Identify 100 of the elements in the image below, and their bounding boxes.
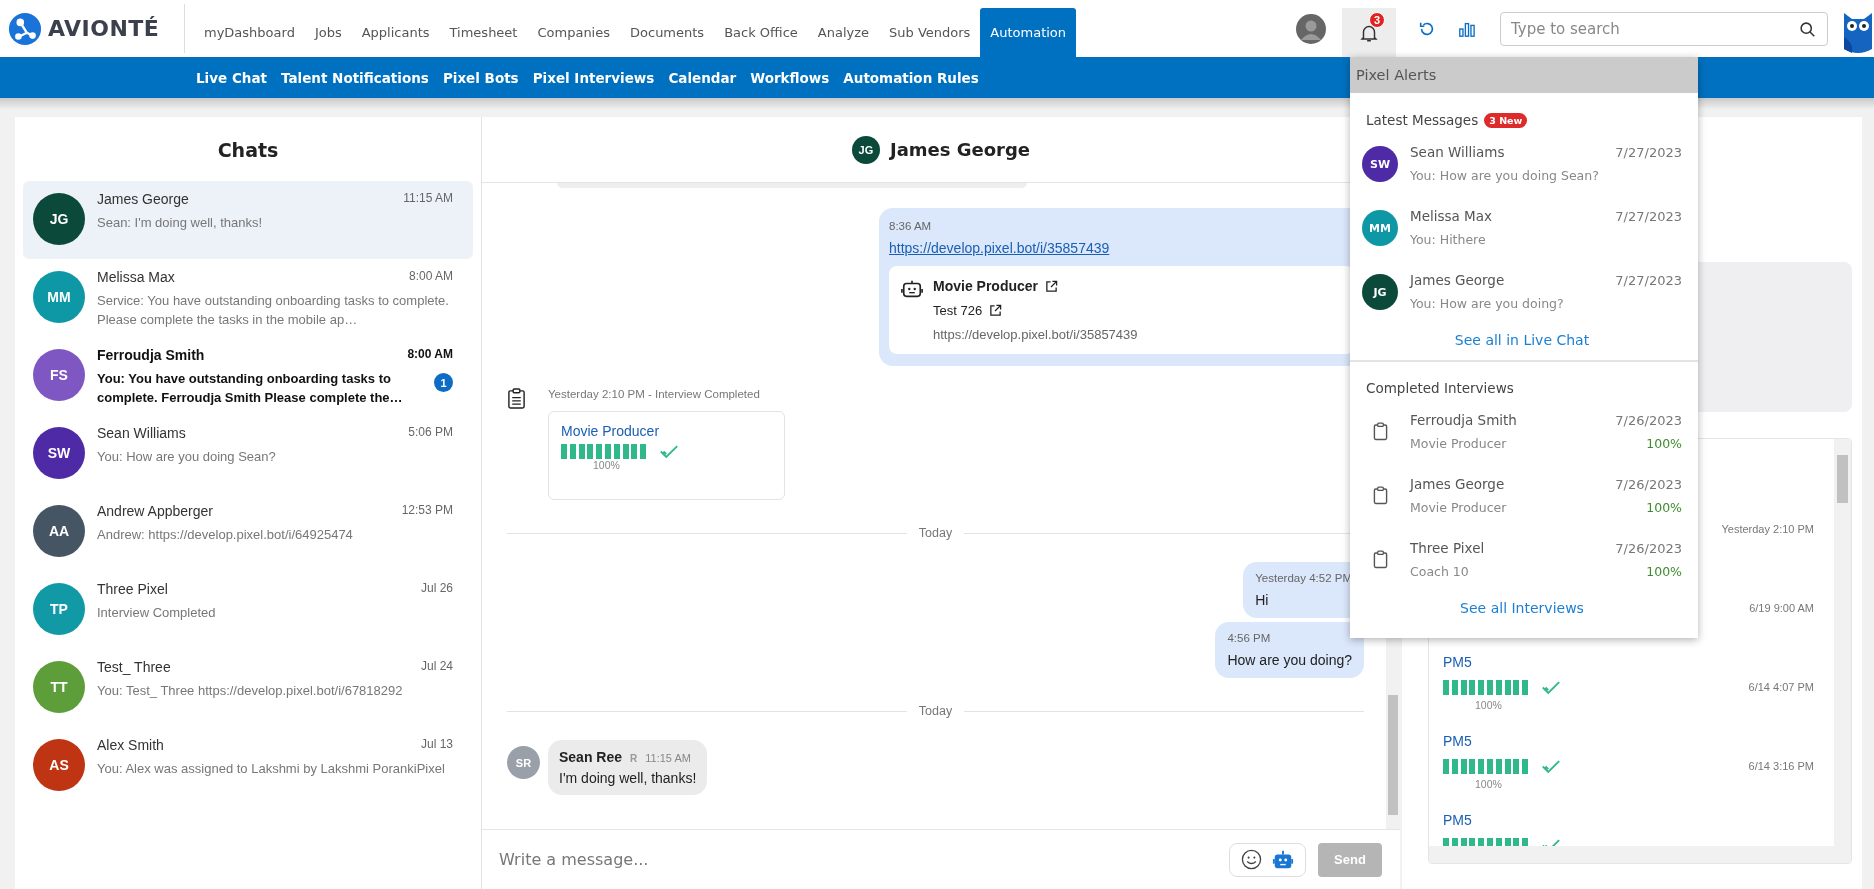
avatar: AA — [33, 505, 85, 557]
progress-percent: 100% — [1475, 699, 1503, 711]
chat-list-item[interactable]: JG James George 11:15 AM Sean: I'm doing well, thanks! — [23, 181, 473, 259]
date-divider: Today — [918, 526, 953, 540]
clipboard-icon — [1372, 550, 1388, 569]
interview-title[interactable]: PM5 — [1443, 812, 1472, 828]
nav-tab[interactable]: Jobs — [304, 8, 352, 57]
nav-tab[interactable]: Automation — [980, 8, 1077, 57]
nav-tab[interactable]: Sub Vendors — [879, 8, 981, 57]
date-divider: Today — [918, 704, 953, 718]
nav-tab[interactable]: Companies — [527, 8, 620, 57]
chat-list-item[interactable]: TP Three Pixel Jul 26 Interview Completed — [23, 571, 473, 649]
interview-date: 7/26/2023 — [1615, 477, 1682, 492]
see-all-link[interactable]: See all in Live Chat — [1362, 332, 1682, 348]
progress-percent: 100% — [1475, 778, 1503, 790]
card-url: https://develop.pixel.bot/i/35857439 — [933, 327, 1138, 342]
contact-name: James George — [1410, 272, 1505, 288]
chat-list-item[interactable]: TT Test_ Three Jul 24 You: Test_ Three https://develop.pixel.bot/i/67818292 — [23, 649, 473, 727]
avatar: TT — [33, 661, 85, 713]
interview-date: 7/26/2023 — [1615, 541, 1682, 556]
alert-interview-item[interactable]: Ferroudja Smith 7/26/2023 Movie Producer 100% — [1362, 412, 1682, 476]
message-preview: Service: You have outstanding onboarding tasks to complete. Please complete the tasks in the mobile ap… — [97, 292, 450, 329]
message-time: 4:56 PM — [1227, 632, 1272, 644]
message-text: Hi — [1255, 592, 1270, 608]
user-avatar-icon[interactable] — [1296, 13, 1326, 44]
notification-count: 3 — [1368, 12, 1385, 28]
sub-nav-link[interactable]: Pixel Bots — [442, 69, 519, 86]
notifications-button[interactable]: 3 — [1342, 8, 1396, 57]
interview-date: 6/19 9:00 AM — [1749, 602, 1814, 614]
see-all-link[interactable]: See all Interviews — [1362, 600, 1682, 616]
check-icon — [659, 444, 679, 459]
sub-nav-link[interactable]: Talent Notifications — [280, 69, 429, 86]
scrollbar[interactable] — [1834, 439, 1851, 846]
message-date: 7/27/2023 — [1615, 145, 1682, 160]
clipboard-icon — [507, 388, 526, 409]
sub-nav-link[interactable]: Calendar — [668, 69, 737, 86]
chat-list-item[interactable]: MM Melissa Max 8:00 AM Service: You have outstanding onboarding tasks to complete. Please complete the tasks in the mobile ap… — [23, 259, 473, 337]
conversation-title: James George — [889, 139, 1031, 160]
interview-date: 6/14 3:16 PM — [1748, 760, 1814, 772]
contact-name: Alex Smith — [97, 737, 164, 753]
message-time: Jul 26 — [420, 581, 453, 597]
chat-list-item[interactable]: AS Alex Smith Jul 13 You: Alex was assigned to Lakshmi by Lakshmi PorankiPixel — [23, 727, 473, 805]
contact-name: James George — [97, 191, 189, 207]
section-heading: Latest Messages — [1366, 112, 1479, 128]
message-time: 11:15 AM — [645, 752, 691, 764]
dropdown-title: Pixel Alerts — [1350, 57, 1698, 93]
alert-message-item[interactable]: MM Melissa Max 7/27/2023 You: Hithere — [1362, 208, 1682, 272]
score-percent: 100% — [1646, 500, 1682, 515]
contact-name: Three Pixel — [97, 581, 168, 597]
nav-tab[interactable]: Analyze — [807, 8, 879, 57]
message-preview: You: How are you doing Sean? — [1410, 168, 1600, 183]
avatar: AS — [33, 739, 85, 791]
message-preview: Andrew: https://develop.pixel.bot/i/64925474 — [97, 526, 354, 544]
search-icon[interactable] — [1799, 20, 1816, 38]
sub-nav-link[interactable]: Pixel Interviews — [532, 69, 655, 86]
sub-nav-link[interactable]: Workflows — [750, 69, 830, 86]
interview-title[interactable]: PM5 — [1443, 733, 1472, 749]
interview-title[interactable]: PM5 — [1443, 654, 1472, 670]
card-subtitle: Test 726 — [933, 303, 983, 318]
message-field[interactable]: Write a message... — [497, 849, 1217, 870]
search-field[interactable]: Type to search — [1500, 11, 1828, 46]
scrollbar[interactable] — [1429, 846, 1851, 863]
interview-card[interactable]: Movie Producer 100% — [548, 411, 785, 500]
message-date: 7/27/2023 — [1615, 273, 1682, 288]
avatar: MM — [33, 271, 85, 323]
avatar: SR — [507, 746, 540, 779]
candidate-name: Ferroudja Smith — [1410, 412, 1517, 428]
avatar: JG — [851, 135, 880, 164]
interview-title: Coach 10 — [1410, 564, 1469, 579]
avatar: SW — [33, 427, 85, 479]
nav-tab[interactable]: Documents — [620, 8, 715, 57]
nav-tab[interactable]: Timesheet — [439, 8, 528, 57]
avatar: MM — [1362, 210, 1398, 246]
interview-date: 7/26/2023 — [1615, 413, 1682, 428]
avatar: FS — [33, 349, 85, 401]
nav-tab[interactable]: myDashboard — [194, 8, 305, 57]
sub-nav-link[interactable]: Live Chat — [196, 69, 267, 86]
nav-tab[interactable]: Applicants — [351, 8, 440, 57]
message-link[interactable]: https://develop.pixel.bot/i/35857439 — [889, 240, 1354, 256]
sub-nav-link[interactable]: Automation Rules — [843, 69, 979, 86]
nav-tab[interactable]: Back Office — [714, 8, 808, 57]
contact-name: Andrew Appberger — [97, 503, 213, 519]
message-time: 8:36 AM — [889, 220, 933, 232]
message-date: 7/27/2023 — [1615, 209, 1682, 224]
contact-name: Test_ Three — [97, 659, 171, 675]
alert-interview-item[interactable]: James George 7/26/2023 Movie Producer 100% — [1362, 476, 1682, 540]
new-count-badge: 3 New — [1484, 112, 1528, 128]
chat-list-item[interactable]: FS Ferroudja Smith 8:00 AM You: You have outstanding onboarding tasks to complete. Ferroudja Smith Please complete the… 1 — [23, 337, 473, 415]
external-link-icon[interactable] — [989, 304, 1003, 317]
robot-icon — [901, 278, 923, 300]
alert-message-item[interactable]: SW Sean Williams 7/27/2023 You: How are you doing Sean? — [1362, 144, 1682, 208]
chat-list-item[interactable]: SW Sean Williams 5:06 PM You: How are you doing Sean? — [23, 415, 473, 493]
external-link-icon[interactable] — [1045, 279, 1059, 293]
emoji-icon[interactable] — [1241, 849, 1262, 870]
robot-icon[interactable] — [1272, 848, 1294, 871]
message-preview: Sean: I'm doing well, thanks! — [97, 214, 264, 232]
message-preview: You: Alex was assigned to Lakshmi by Lakshmi PorankiPixel — [97, 760, 446, 778]
chat-list-item[interactable]: AA Andrew Appberger 12:53 PM Andrew: https://develop.pixel.bot/i/64925474 — [23, 493, 473, 571]
message-preview: You: Hithere — [1410, 232, 1487, 247]
message-text: How are you doing? — [1227, 652, 1352, 668]
